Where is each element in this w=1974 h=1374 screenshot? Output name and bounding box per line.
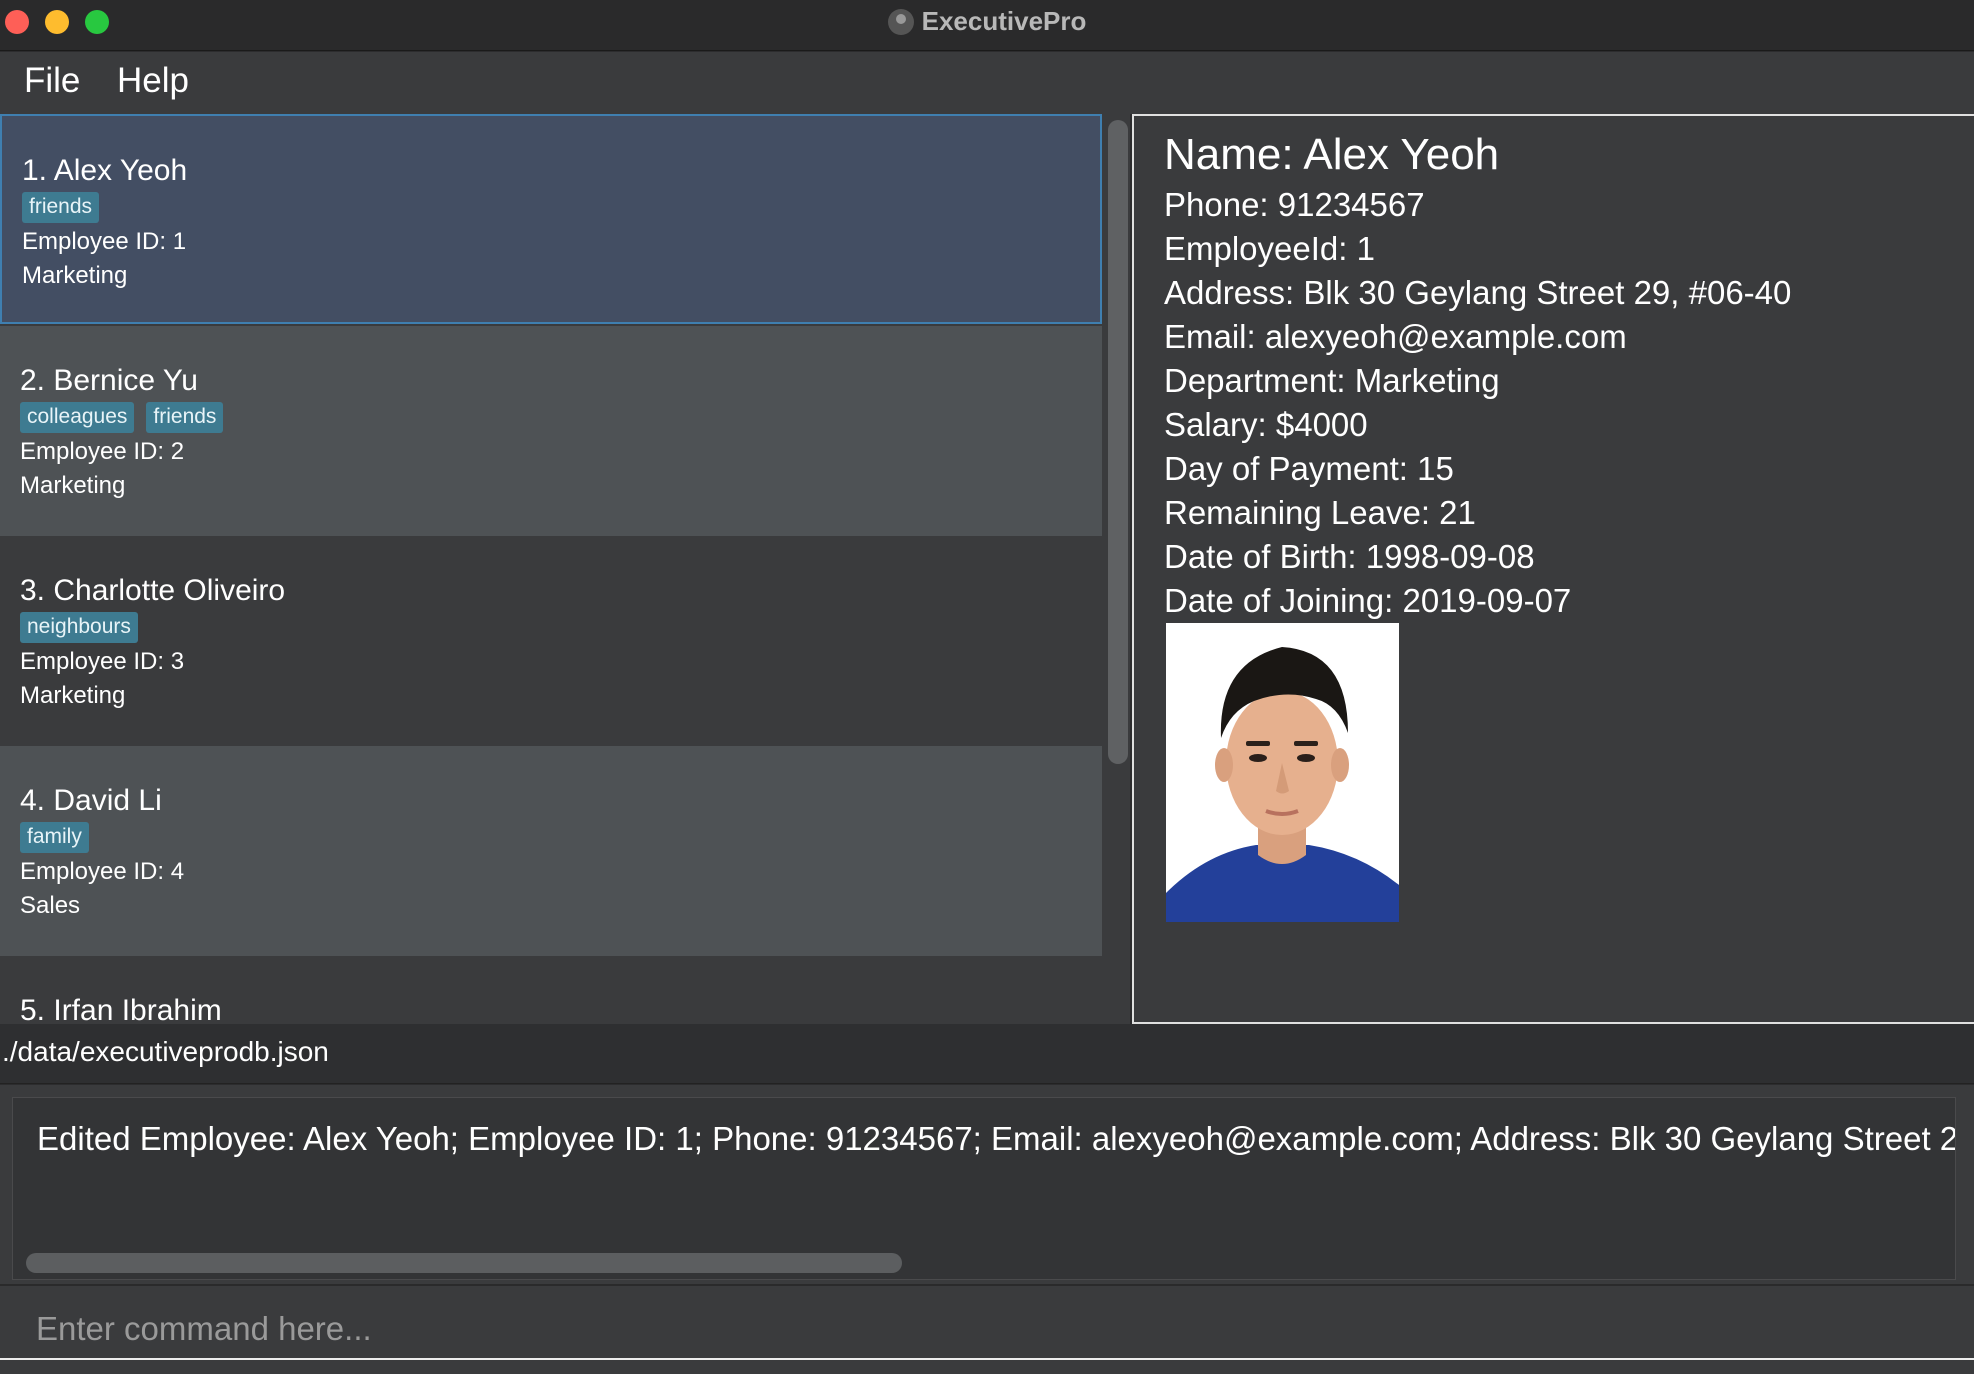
detail-phone: Phone: 91234567 <box>1164 186 1425 223</box>
tag: colleagues <box>20 402 135 433</box>
employee-id: Employee ID: 1 <box>22 228 187 255</box>
detail-remaining-leave: Remaining Leave: 21 <box>1164 494 1476 531</box>
detail-salary: Salary: $4000 <box>1164 406 1368 443</box>
tag: family <box>20 822 89 853</box>
employee-name: 2. Bernice Yu <box>20 364 198 397</box>
detail-date-of-birth: Date of Birth: 1998-09-08 <box>1164 538 1535 575</box>
employee-department: Marketing <box>20 472 126 499</box>
result-display[interactable]: Edited Employee: Alex Yeoh; Employee ID:… <box>12 1097 1956 1280</box>
employee-name: 4. David Li <box>20 784 162 817</box>
tag-list: neighbours <box>20 612 138 643</box>
detail-day-of-payment: Day of Payment: 15 <box>1164 450 1454 487</box>
employee-name: 5. Irfan Ibrahim <box>20 994 222 1024</box>
command-input[interactable] <box>0 1300 1974 1360</box>
employee-department: Marketing <box>20 682 126 709</box>
tag-list: family <box>20 822 89 853</box>
command-box <box>0 1284 1974 1374</box>
tag: friends <box>22 192 100 223</box>
tag: neighbours <box>20 612 138 643</box>
employee-photo <box>1166 623 1399 922</box>
employee-id: Employee ID: 2 <box>20 438 185 465</box>
result-message: Edited Employee: Alex Yeoh; Employee ID:… <box>37 1120 1956 1157</box>
employee-card[interactable]: 2. Bernice Yu colleagues friends Employe… <box>0 326 1102 536</box>
employee-detail-panel: Name: Alex Yeoh Phone: 91234567 Employee… <box>1132 114 1974 1024</box>
employee-name: 1. Alex Yeoh <box>22 154 188 187</box>
window-title: ExecutivePro <box>0 6 1974 37</box>
employee-card[interactable]: 3. Charlotte Oliveiro neighbours Employe… <box>0 536 1102 746</box>
employee-department: Marketing <box>22 262 128 289</box>
menu-help[interactable]: Help <box>117 61 189 101</box>
employee-card[interactable]: 1. Alex Yeoh friends Employee ID: 1 Mark… <box>0 114 1102 324</box>
detail-department: Department: Marketing <box>1164 362 1500 399</box>
menu-bar: File Help <box>0 52 1974 114</box>
result-display-area: Edited Employee: Alex Yeoh; Employee ID:… <box>0 1085 1974 1284</box>
tag-list: friends <box>22 192 100 223</box>
detail-name: Name: Alex Yeoh <box>1164 130 1500 179</box>
employee-card[interactable]: 5. Irfan Ibrahim <box>0 956 1102 1024</box>
tag-list: colleagues friends <box>20 402 224 433</box>
employee-id: Employee ID: 3 <box>20 648 185 675</box>
employee-name: 3. Charlotte Oliveiro <box>20 574 286 607</box>
title-bar: ExecutivePro <box>0 0 1974 51</box>
result-horizontal-scrollbar[interactable] <box>26 1253 902 1273</box>
employee-id: Employee ID: 4 <box>20 858 185 885</box>
detail-employee-id: EmployeeId: 1 <box>1164 230 1375 267</box>
detail-address: Address: Blk 30 Geylang Street 29, #06-4… <box>1164 274 1792 311</box>
detail-date-of-joining: Date of Joining: 2019-09-07 <box>1164 582 1572 619</box>
employee-list[interactable]: 1. Alex Yeoh friends Employee ID: 1 Mark… <box>0 114 1104 1024</box>
menu-file[interactable]: File <box>24 61 80 101</box>
save-file-path: ./data/executiveprodb.json <box>2 1036 329 1067</box>
window-title-text: ExecutivePro <box>921 6 1087 36</box>
app-icon <box>887 9 914 35</box>
list-scrollbar-thumb[interactable] <box>1108 120 1128 764</box>
employee-card[interactable]: 4. David Li family Employee ID: 4 Sales <box>0 746 1102 956</box>
employee-department: Sales <box>20 892 81 919</box>
tag: friends <box>146 402 224 433</box>
detail-email: Email: alexyeoh@example.com <box>1164 318 1627 355</box>
status-bar: ./data/executiveprodb.json <box>0 1024 1974 1084</box>
